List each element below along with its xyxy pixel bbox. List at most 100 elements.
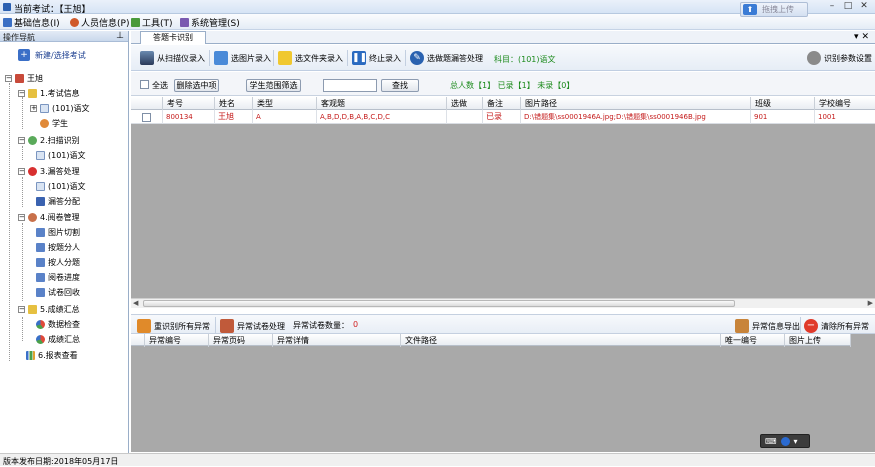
image-cut-icon [36,228,45,237]
tree-grading-recycle[interactable]: 试卷回收 [36,287,80,298]
col-exception-page[interactable]: 异常页码 [209,334,273,347]
new-exam-button[interactable]: + 新建/选择考试 [18,49,86,61]
tree-omission-subject[interactable]: (101)语文 [36,181,86,192]
tree-grading[interactable]: − 4.阅卷管理 [18,212,80,223]
tree-report[interactable]: 6.报表查看 [26,350,78,361]
export-icon [735,319,749,333]
tree-scores-summary[interactable]: 成绩汇总 [36,334,80,345]
image-add-icon [214,51,228,65]
col-school-id[interactable]: 学校编号 [815,97,875,110]
menu-system[interactable]: 系统管理(S) [180,16,240,29]
stop-input-button[interactable]: ❚❚ 终止录入 [352,49,401,67]
recycle-icon [36,288,45,297]
tree-scan-subject[interactable]: (101)语文 [36,150,86,161]
collapse-icon[interactable]: − [18,214,25,221]
reidentify-all-button[interactable]: 重识别所有异常 [137,317,210,335]
col-exception-detail[interactable]: 异常详情 [273,334,401,347]
col-optional[interactable]: 选做 [447,97,483,110]
search-input[interactable] [323,79,377,92]
tree-label: 数据检查 [48,320,80,329]
menu-tools[interactable]: 工具(T) [131,16,173,29]
tree-grading-by-question[interactable]: 按题分人 [36,242,80,253]
omission-handle-button[interactable]: ✎ 选做题漏答处理 [410,49,483,67]
close-icon[interactable]: ✕ [858,1,870,12]
tree-omission-assign[interactable]: 漏答分配 [36,196,80,207]
col-file-path[interactable]: 文件路径 [401,334,721,347]
menu-people-info[interactable]: 人员信息(P) [70,16,129,29]
col-exam-id[interactable]: 考号 [163,97,215,110]
col-type[interactable]: 类型 [253,97,317,110]
scan-input-button[interactable]: 从扫描仪录入 [140,49,205,67]
col-unique-id[interactable]: 唯一编号 [721,334,785,347]
col-note[interactable]: 备注 [483,97,521,110]
tree-scores-check[interactable]: 数据检查 [36,319,80,330]
new-exam-label: 新建/选择考试 [35,50,86,60]
col-objective[interactable]: 客观题 [317,97,447,110]
collapse-icon[interactable]: − [18,168,25,175]
collapse-icon[interactable]: − [5,75,12,82]
col-name[interactable]: 姓名 [215,97,253,110]
tab-card-recognition[interactable]: 答题卡识别 [140,31,206,44]
tree-exam-info-subject[interactable]: + (101)语文 [30,103,90,114]
tab-strip [131,31,875,44]
col-image-upload[interactable]: 图片上传 [785,334,851,347]
horizontal-scrollbar[interactable]: ◀ ▶ [131,298,875,308]
maximize-icon[interactable]: □ [842,1,854,12]
keyboard-icon[interactable]: ⌨ [765,437,777,446]
row-checkbox[interactable] [142,113,151,122]
folder-icon [28,89,37,98]
table-row[interactable]: 800134 王旭 A A,B,D,D,B,A,B,C,D,C 已录 D:\错题… [131,110,875,124]
col-exception-id[interactable]: 异常编号 [145,334,209,347]
release-date: 版本发布日期:2018年05月17日 [3,457,119,466]
minimize-icon[interactable]: – [826,1,838,12]
floating-mini-toolbar[interactable]: ⌨ ▾ [760,434,810,448]
scroll-left-icon[interactable]: ◀ [133,299,138,307]
tree-scan[interactable]: − 2.扫描识别 [18,135,80,146]
tree-grading-progress[interactable]: 阅卷进度 [36,272,80,283]
chevron-down-icon[interactable]: ▾ [794,437,798,446]
tree-label: (101)语文 [48,151,86,160]
collapse-icon[interactable]: − [18,90,25,97]
cell-type: A [253,110,317,124]
remove-icon: − [804,319,818,333]
tab-controls: ▾ ✕ [854,32,869,42]
tree-student[interactable]: 学生 [40,118,68,129]
help-icon[interactable] [780,436,790,446]
tree-grading-cut[interactable]: 图片切割 [36,227,80,238]
document-icon [36,182,45,191]
collapse-icon[interactable]: − [18,306,25,313]
tree-omission[interactable]: − 3.漏答处理 [18,166,80,177]
exception-handle-button[interactable]: 异常试卷处理 [220,317,285,335]
grid-header: 考号 姓名 类型 客观题 选做 备注 图片路径 班级 学校编号 [131,97,875,110]
tree-label: 按题分人 [48,243,80,252]
col-image-path[interactable]: 图片路径 [521,97,751,110]
pin-icon[interactable]: ⊥ [116,31,124,41]
col-class[interactable]: 班级 [751,97,815,110]
drag-upload-button[interactable]: ⬆ 拖拽上传 [740,2,808,17]
tree-grading-by-person[interactable]: 按人分题 [36,257,80,268]
delete-selected-button[interactable]: 删除选中项 [174,79,219,92]
scrollbar-thumb[interactable] [143,300,735,307]
tree-exam-info[interactable]: − 1.考试信息 [18,88,80,99]
button-label: 清除所有异常 [821,321,869,331]
search-button[interactable]: 查找 [381,79,419,92]
export-exceptions-button[interactable]: 异常信息导出 [735,317,800,335]
menu-basic-info[interactable]: 基础信息(I) [3,16,60,29]
cell-note: 已录 [483,110,521,124]
recognition-settings-button[interactable]: 识别参数设置 [807,49,872,67]
tree-label: 6.报表查看 [38,351,78,360]
tree-scores[interactable]: − 5.成绩汇总 [18,304,80,315]
scroll-right-icon[interactable]: ▶ [868,299,873,307]
tree-root[interactable]: − 王旭 [5,73,43,84]
clear-exceptions-button[interactable]: − 清除所有异常 [804,317,869,335]
select-all-checkbox[interactable] [140,80,149,89]
collapse-icon[interactable]: − [18,137,25,144]
student-range-filter-button[interactable]: 学生范围筛选 [246,79,301,92]
expand-icon[interactable]: + [30,105,37,112]
dropdown-icon[interactable]: ▾ [854,32,859,42]
scanner-icon [140,51,154,65]
image-input-button[interactable]: 选图片录入 [214,49,271,67]
folder-input-button[interactable]: 选文件夹录入 [278,49,343,67]
new-exam-icon: + [18,49,30,61]
close-tab-icon[interactable]: ✕ [861,32,869,42]
